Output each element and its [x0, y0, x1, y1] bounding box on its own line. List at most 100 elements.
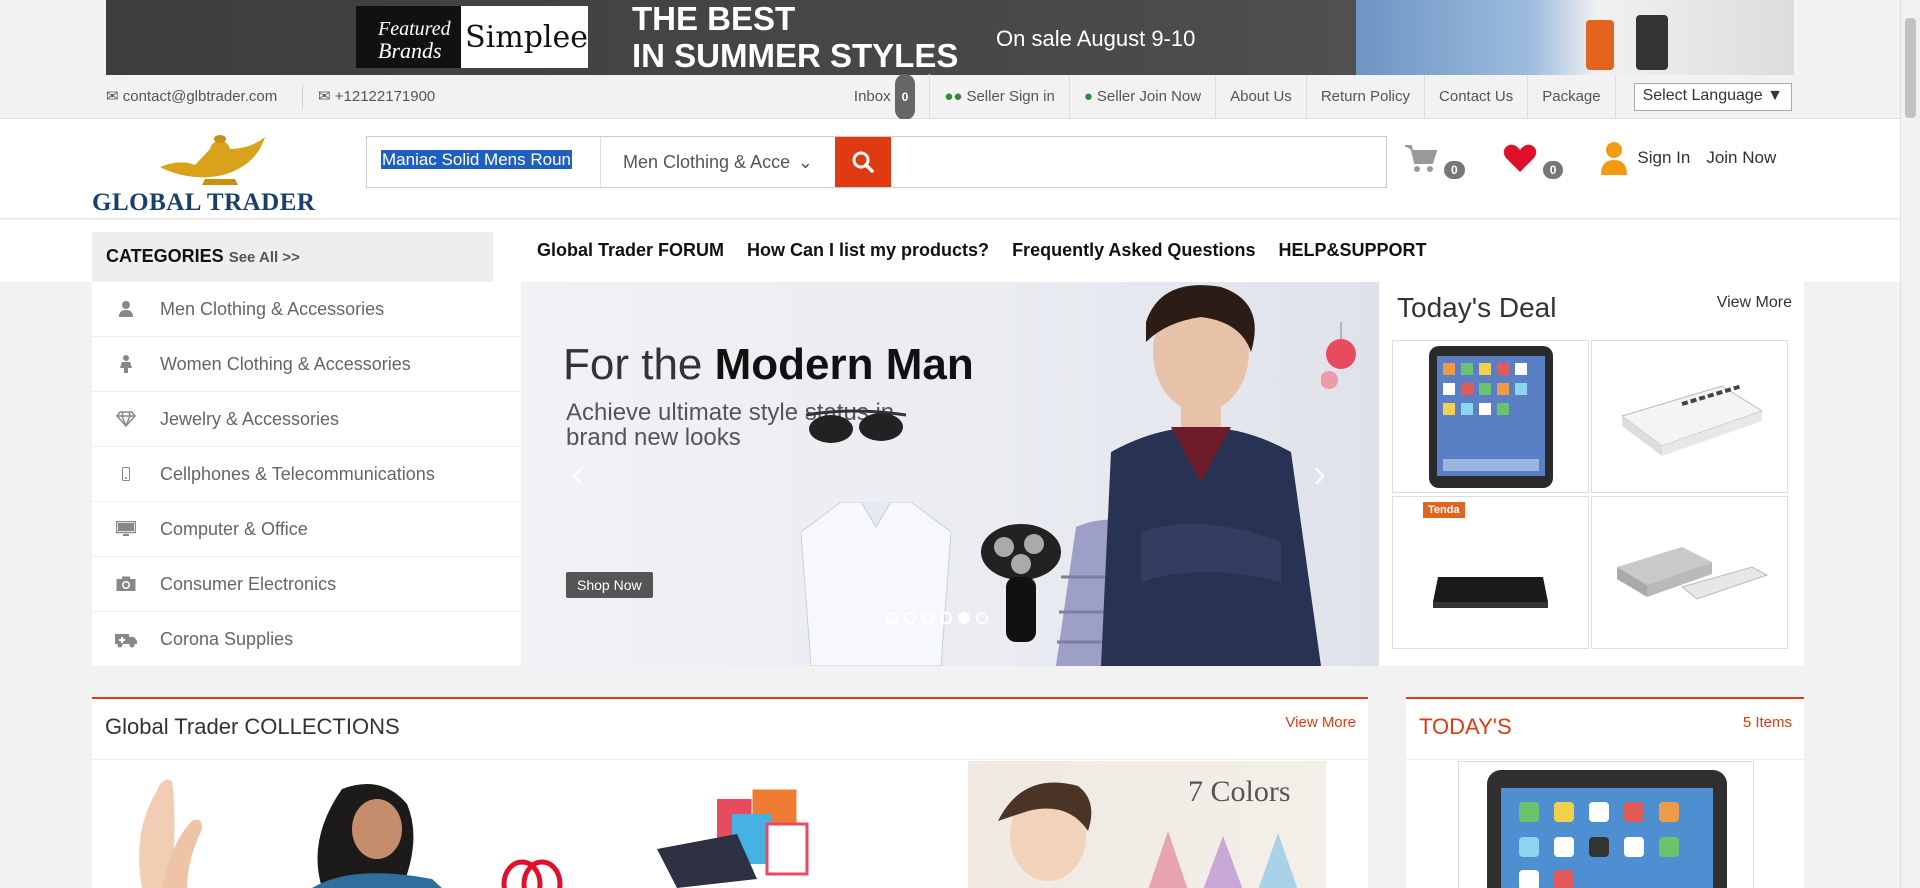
seller-signin-label: Seller Sign in [966, 88, 1055, 105]
envelope-icon: ✉ [318, 88, 331, 105]
header-icons: 0 0 Sign In Join Now [1404, 141, 1776, 179]
page-scrollbar[interactable] [1900, 0, 1920, 888]
cart-count-badge: 0 [1444, 161, 1465, 179]
product-image [1636, 15, 1668, 70]
nav-faq[interactable]: Frequently Asked Questions [1012, 240, 1255, 261]
category-item-electronics[interactable]: Consumer Electronics [92, 557, 521, 612]
contact-email[interactable]: ✉ contact@glbtrader.com [106, 87, 277, 105]
search-button[interactable] [835, 137, 891, 187]
deal-item-switch[interactable] [1591, 340, 1788, 493]
contact-phone[interactable]: ✉ +12122171900 [318, 87, 435, 105]
inbox-label: Inbox [853, 88, 891, 105]
category-list: Men Clothing & Accessories Women Clothin… [92, 282, 521, 666]
network-switch-image [1620, 384, 1764, 456]
categories-header: CATEGORIES See All >> [92, 232, 493, 282]
shirt-image [801, 502, 951, 666]
mobile-icon [92, 467, 160, 481]
collection-image-shopping[interactable] [647, 779, 817, 888]
see-all-link[interactable]: See All >> [229, 249, 300, 266]
camera-icon [92, 576, 160, 592]
category-item-men[interactable]: Men Clothing & Accessories [92, 282, 521, 337]
about-link[interactable]: About Us [1216, 75, 1307, 119]
category-item-cellphones[interactable]: Cellphones & Telecommunications [92, 447, 521, 502]
deal-view-more-link[interactable]: View More [1717, 294, 1792, 312]
collections-view-more-link[interactable]: View More [1285, 714, 1356, 731]
category-item-computer[interactable]: Computer & Office [92, 502, 521, 557]
todays-item-tablet[interactable] [1458, 761, 1754, 888]
category-item-corona[interactable]: Corona Supplies [92, 612, 521, 667]
categories-title: CATEGORIES [106, 246, 224, 266]
wishlist-button[interactable]: 0 [1503, 143, 1564, 179]
user-icon: ● [1083, 88, 1093, 105]
slider-dot[interactable] [922, 612, 934, 624]
nav-help-support[interactable]: HELP&SUPPORT [1278, 240, 1426, 261]
nav-row: CATEGORIES See All >> Global Trader FORU… [0, 220, 1900, 282]
deal-item-tablet[interactable] [1392, 340, 1589, 493]
slider-dot[interactable] [886, 612, 898, 624]
heart-icon [1503, 144, 1536, 172]
wishlist-count-badge: 0 [1542, 161, 1564, 179]
todays-items-count[interactable]: 5 Items [1743, 714, 1792, 731]
nav-list-products[interactable]: How Can I list my products? [747, 240, 989, 261]
category-label: Consumer Electronics [160, 573, 337, 594]
slider-dot[interactable] [904, 612, 916, 624]
package-link[interactable]: Package [1528, 75, 1616, 119]
cart-button[interactable]: 0 [1404, 143, 1465, 179]
deal-grid: Tenda [1392, 340, 1788, 649]
contact-us-link[interactable]: Contact Us [1425, 75, 1529, 119]
tablet-image [1487, 770, 1727, 888]
desktop-icon [92, 521, 160, 537]
join-now-link[interactable]: Join Now [1706, 148, 1776, 168]
divider [1406, 759, 1804, 760]
inbox-link[interactable]: Inbox 0 [840, 74, 931, 120]
collections-section: Global Trader COLLECTIONS View More 7 Co… [92, 697, 1368, 888]
collection-image-kids-dresses[interactable]: 7 Colors [968, 761, 1326, 888]
site-header: GLOBAL TRADER Maniac Solid Mens Roun Men… [0, 119, 1900, 219]
shop-now-button[interactable]: Shop Now [566, 572, 653, 598]
deal-item-speaker[interactable] [1591, 496, 1788, 649]
slider-dots [886, 612, 988, 624]
seller-join-link[interactable]: ● Seller Join Now [1070, 75, 1217, 119]
category-item-women[interactable]: Women Clothing & Accessories [92, 337, 521, 392]
promo-banner[interactable]: Featured Brands Simplee THE BEST IN SUMM… [106, 0, 1794, 75]
lantern-image [1321, 322, 1356, 389]
shaver-image [981, 524, 1061, 642]
sign-in-link[interactable]: Sign In [1637, 148, 1690, 168]
chevron-right-icon[interactable]: › [1313, 452, 1326, 497]
sunglasses-image [805, 409, 907, 443]
hero-slider[interactable]: For the Modern Man Achieve ultimate styl… [521, 282, 1379, 666]
search-category-select[interactable]: Men Clothing & Acce ⌄ [601, 137, 835, 187]
headline-line1: THE BEST [632, 0, 796, 37]
slide-title-bold: Modern Man [714, 340, 974, 389]
site-logo[interactable]: GLOBAL TRADER [92, 119, 322, 219]
chevron-left-icon[interactable]: ‹ [571, 452, 584, 497]
slider-dot[interactable] [976, 612, 988, 624]
deal-item-router[interactable]: Tenda [1392, 496, 1589, 649]
search-input-value: Maniac Solid Mens Roun [381, 150, 572, 169]
return-policy-link[interactable]: Return Policy [1307, 75, 1426, 119]
users-icon: ●● [944, 88, 963, 105]
female-icon [92, 355, 160, 373]
category-label: Computer & Office [160, 518, 308, 539]
scrollbar-thumb[interactable] [1905, 18, 1916, 118]
collection-image-ring[interactable] [497, 854, 567, 888]
language-select-value: Select Language [1642, 87, 1763, 104]
category-item-jewelry[interactable]: Jewelry & Accessories [92, 392, 521, 447]
language-select[interactable]: Select Language ▼ [1633, 83, 1792, 111]
slider-dot[interactable] [940, 612, 952, 624]
search-input[interactable]: Maniac Solid Mens Roun [367, 137, 601, 187]
nav-forum[interactable]: Global Trader FORUM [537, 240, 724, 261]
collection-image-woman[interactable] [282, 779, 462, 888]
collection-image-feet[interactable] [102, 771, 212, 888]
category-label: Cellphones & Telecommunications [160, 463, 435, 484]
triangle-down-icon: ▼ [1767, 87, 1783, 104]
envelope-icon: ✉ [106, 88, 119, 105]
banner-photo [1356, 0, 1794, 75]
contact-bar: ✉ contact@glbtrader.com ✉ +12122171900 I… [0, 74, 1900, 120]
search-category-value: Men Clothing & Acce [623, 151, 791, 172]
category-label: Women Clothing & Accessories [160, 353, 411, 374]
slider-dot[interactable] [958, 612, 970, 624]
router-image [1433, 577, 1548, 608]
category-label: Jewelry & Accessories [160, 408, 340, 429]
seller-signin-link[interactable]: ●● Seller Sign in [930, 75, 1070, 119]
